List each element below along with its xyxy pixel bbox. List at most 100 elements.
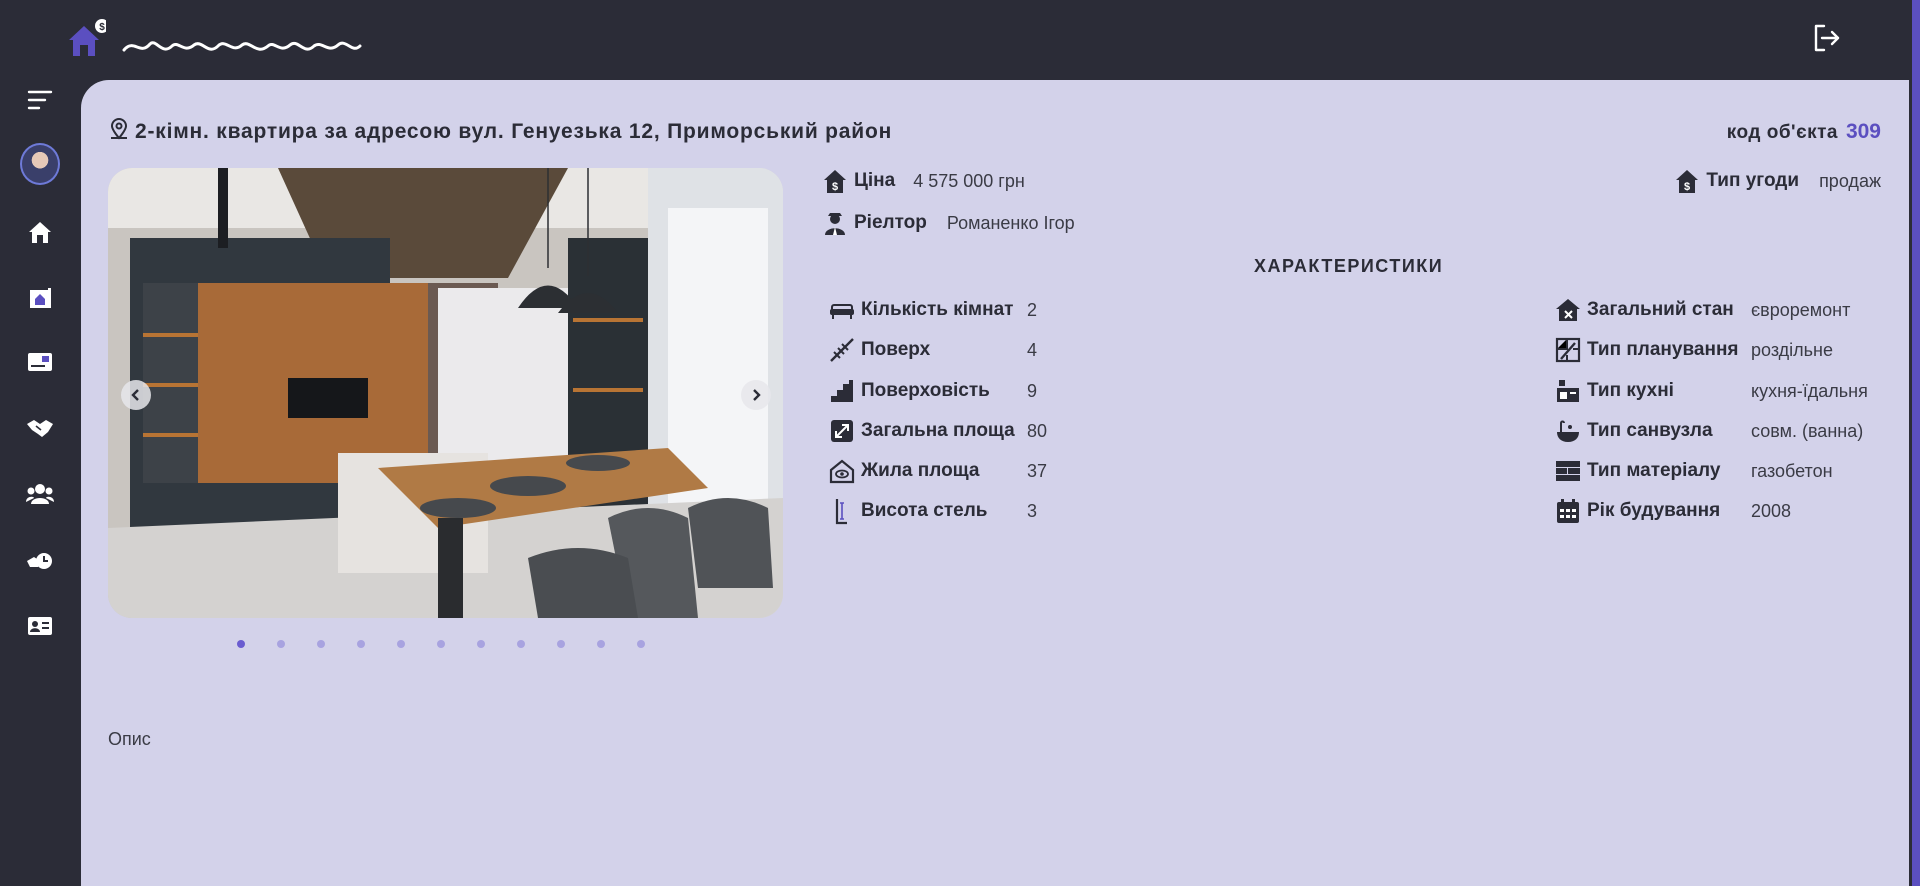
gallery-prev-button[interactable]	[121, 380, 151, 410]
realtor-label: Ріелтор	[854, 212, 927, 233]
avatar[interactable]	[20, 143, 60, 185]
char-value: 80	[1027, 420, 1048, 441]
sidebar-item-users-icon[interactable]	[20, 474, 60, 514]
sidebar-item-clock-hand-icon[interactable]	[20, 540, 60, 580]
gallery-dot[interactable]	[317, 640, 325, 648]
gallery-dot[interactable]	[517, 640, 525, 648]
char-layout: Тип планування роздільне	[1555, 337, 1833, 363]
gallery-dot[interactable]	[437, 640, 445, 648]
gallery-dot[interactable]	[637, 640, 645, 648]
char-label: Тип санвузла	[1587, 420, 1713, 441]
location-pin-icon	[109, 118, 129, 145]
gallery-next-button[interactable]	[741, 380, 771, 410]
kitchen-icon	[1555, 378, 1581, 404]
logout-icon[interactable]	[1810, 22, 1842, 54]
house-dollar-icon[interactable]: $	[66, 18, 109, 60]
sidebar-item-contact-card-icon[interactable]	[20, 606, 60, 646]
main-content: 2-кімн. квартира за адресою вул. Генуезь…	[81, 80, 1909, 886]
house-dollar-icon: $	[822, 168, 848, 194]
char-label: Тип планування	[1587, 339, 1739, 360]
object-code-value: 309	[1845, 120, 1881, 143]
area-icon	[829, 418, 855, 444]
char-value: євроремонт	[1751, 299, 1851, 320]
house-eye-icon	[829, 458, 855, 484]
char-condition: Загальний стан євроремонт	[1555, 297, 1850, 323]
char-value: 9	[1027, 380, 1038, 401]
char-floor: Поверх 4	[829, 337, 1037, 363]
blueprint-icon	[1555, 337, 1581, 363]
char-rooms: Кількість кімнат 2	[829, 297, 1037, 323]
char-label: Тип матеріалу	[1587, 460, 1721, 481]
char-ceiling-height: Висота стель 3	[829, 498, 1038, 525]
svg-text:$: $	[832, 181, 838, 193]
char-total-area: Загальна площа 80	[829, 418, 1047, 444]
sidebar-item-house-icon[interactable]	[20, 212, 60, 252]
photo-gallery[interactable]	[108, 168, 783, 618]
char-value: роздільне	[1751, 339, 1834, 360]
char-label: Поверховість	[861, 380, 990, 401]
char-value: 37	[1027, 460, 1048, 481]
char-label: Поверх	[861, 339, 931, 360]
gallery-image	[108, 168, 783, 618]
page-title: 2-кімн. квартира за адресою вул. Генуезь…	[135, 119, 893, 143]
char-label: Тип кухні	[1587, 380, 1674, 401]
char-value: 2	[1027, 299, 1038, 320]
description-label: Опис	[108, 729, 151, 749]
menu-icon[interactable]	[20, 80, 60, 120]
gallery-pagination	[237, 640, 645, 648]
price-row: $ Ціна 4 575 000 грн	[822, 168, 1025, 194]
gallery-dot[interactable]	[477, 640, 485, 648]
char-value: 3	[1027, 500, 1038, 521]
svg-text:$: $	[99, 22, 105, 33]
char-label: Жила площа	[861, 460, 980, 481]
svg-text:$: $	[1684, 181, 1690, 193]
price-value: 4 575 000 грн	[913, 170, 1025, 191]
sidebar-item-id-card-icon[interactable]	[20, 342, 60, 382]
char-build-year: Рік будування 2008	[1555, 498, 1791, 524]
house-tools-icon	[1555, 297, 1581, 323]
price-label: Ціна	[854, 170, 896, 191]
calendar-icon	[1555, 498, 1581, 524]
char-floors-total: Поверховість 9	[829, 378, 1037, 404]
realtor-icon	[822, 210, 848, 236]
char-label: Висота стель	[861, 500, 988, 521]
char-label: Кількість кімнат	[861, 299, 1014, 320]
ceiling-height-icon	[829, 498, 855, 525]
sidebar-item-house-doc-icon[interactable]	[20, 278, 60, 318]
deal-type-label: Тип угоди	[1706, 170, 1800, 191]
char-label: Загальний стан	[1587, 299, 1734, 320]
bricks-icon	[1555, 458, 1581, 484]
property-title-row: 2-кімн. квартира за адресою вул. Генуезь…	[109, 118, 892, 145]
object-code: код об'єкта 309	[1727, 120, 1881, 144]
gallery-dot[interactable]	[557, 640, 565, 648]
object-code-label: код об'єкта	[1726, 122, 1838, 143]
realtor-value: Романенко Ігор	[946, 212, 1075, 233]
gallery-dot[interactable]	[597, 640, 605, 648]
gallery-dot[interactable]	[357, 640, 365, 648]
gallery-dot[interactable]	[237, 640, 245, 648]
char-living-area: Жила площа 37	[829, 458, 1047, 484]
house-dollar-icon: $	[1674, 168, 1700, 194]
sofa-icon	[829, 297, 855, 323]
logo-wordmark	[122, 36, 362, 58]
gallery-dot[interactable]	[397, 640, 405, 648]
char-bathroom: Тип санвузла совм. (ванна)	[1555, 418, 1863, 444]
char-material: Тип матеріалу газобетон	[1555, 458, 1833, 484]
char-label: Рік будування	[1587, 500, 1721, 521]
scrollbar[interactable]	[1912, 0, 1920, 886]
char-value: газобетон	[1751, 460, 1833, 481]
sidebar-item-handshake-icon[interactable]	[20, 408, 60, 448]
top-bar: $	[0, 0, 1920, 80]
steps-icon	[829, 378, 855, 404]
stairs-icon	[829, 337, 855, 363]
bath-icon	[1555, 418, 1581, 444]
char-kitchen: Тип кухні кухня-їдальня	[1555, 378, 1868, 404]
realtor-row: Ріелтор Романенко Ігор	[822, 210, 1075, 236]
gallery-dot[interactable]	[277, 640, 285, 648]
deal-type-value: продаж	[1819, 170, 1881, 191]
char-label: Загальна площа	[861, 420, 1015, 441]
char-value: 2008	[1751, 500, 1792, 521]
char-value: 4	[1027, 339, 1038, 360]
char-value: совм. (ванна)	[1751, 420, 1864, 441]
deal-type-row: $ Тип угоди продаж	[1674, 168, 1881, 194]
